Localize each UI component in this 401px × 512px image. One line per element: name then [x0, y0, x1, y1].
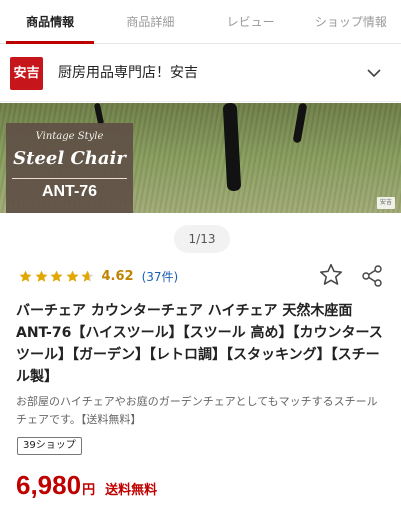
tab-label: 商品情報 — [26, 15, 75, 29]
price-amount: 6,980 — [16, 470, 82, 500]
shop-bar[interactable]: 安吉 厨房用品専門店！安吉 — [0, 44, 401, 102]
banner-divider — [12, 178, 127, 179]
product-title: バーチェア カウンターチェア ハイチェア 天然木座面 ANT-76【ハイスツール… — [16, 303, 383, 385]
tab-product-info[interactable]: 商品情報 — [0, 0, 100, 44]
product-image[interactable]: Vintage Style Steel Chair ANT-76 安吉 — [0, 103, 401, 213]
rating-star-icon — [66, 270, 78, 282]
banner-subtitle: Vintage Style — [35, 131, 104, 142]
tab-label: 商品詳細 — [126, 15, 175, 29]
pager-text: 1/13 — [188, 232, 216, 246]
rating-row[interactable]: 4.62 (37件) — [18, 266, 178, 286]
share-icon[interactable] — [360, 264, 384, 288]
tab-product-detail[interactable]: 商品詳細 — [100, 0, 200, 43]
banner-model: ANT-76 — [41, 183, 98, 200]
shop-39-badge: 39ショップ — [17, 437, 82, 455]
corner-logo: 安吉 — [377, 197, 395, 209]
tab-label: ショップ情報 — [314, 15, 387, 29]
rating-star-icon — [50, 270, 63, 282]
tab-shop-info[interactable]: ショップ情報 — [301, 0, 401, 43]
rating-star-icon — [81, 270, 94, 282]
tab-reviews[interactable]: レビュー — [201, 0, 301, 43]
rating-value: 4.62 — [101, 268, 134, 284]
shop-name[interactable]: 厨房用品専門店！安吉 — [58, 62, 198, 82]
shop-logo: 安吉 — [10, 57, 43, 90]
free-shipping-label: 送料無料 — [105, 483, 158, 498]
tab-label: レビュー — [226, 15, 275, 29]
product-tabs: 商品情報 商品詳細 レビュー ショップ情報 — [0, 0, 401, 44]
review-count-link[interactable]: (37件) — [142, 268, 179, 285]
product-banner: Vintage Style Steel Chair ANT-76 — [6, 123, 133, 213]
product-description: お部屋のハイチェアやお庭のガーデンチェアとしてもマッチするスチールチェアです。【… — [16, 395, 378, 426]
image-pager: 1/13 — [174, 225, 230, 253]
price-row: 6,980 円 送料無料 — [16, 470, 157, 501]
star-outline-icon[interactable] — [318, 262, 344, 288]
rating-stars — [18, 269, 96, 284]
rating-star-icon — [35, 270, 47, 282]
rating-star-icon — [19, 270, 32, 282]
price-currency: 円 — [82, 483, 96, 498]
shop-logo-text: 安吉 — [13, 66, 40, 81]
banner-title: Steel Chair — [13, 148, 126, 169]
chevron-down-icon[interactable] — [367, 66, 381, 80]
